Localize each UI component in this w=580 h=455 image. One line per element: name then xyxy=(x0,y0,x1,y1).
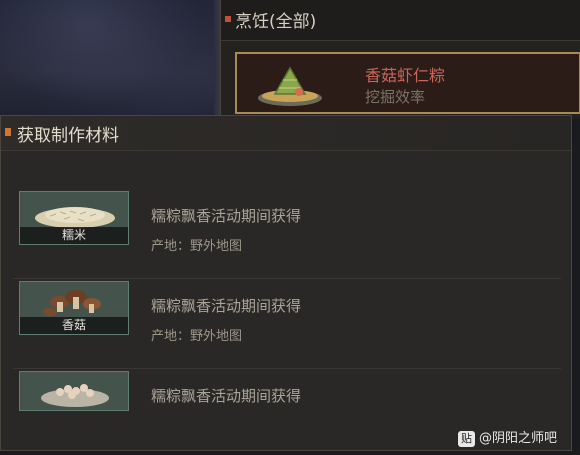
material-origin: 产地：野外地图 xyxy=(151,329,243,344)
cooking-panel-header: 烹饪(全部) xyxy=(221,0,580,41)
item-divider xyxy=(13,368,561,369)
material-name: 香菇 xyxy=(20,317,128,334)
material-item-mushroom[interactable]: 香菇 糯粽飘香活动期间获得 产地：野外地图 xyxy=(13,281,561,369)
dialog-title: 获取制作材料 xyxy=(17,126,119,146)
material-source: 糯粽飘香活动期间获得 xyxy=(151,387,302,405)
material-thumb[interactable] xyxy=(19,371,129,411)
material-source: 糯粽飘香活动期间获得 xyxy=(151,297,302,315)
title-marker-icon xyxy=(5,128,11,136)
zongzi-icon xyxy=(258,66,322,106)
cooking-panel: 烹饪(全部) 香菇虾仁粽 挖掘效率 xyxy=(220,0,580,118)
cooking-panel-title: 烹饪(全部) xyxy=(235,12,317,32)
dialog-header: 获取制作材料 xyxy=(1,116,571,151)
watermark-text: @阴阳之师吧 xyxy=(479,431,558,446)
background-scene xyxy=(0,0,220,120)
recipe-name: 香菇虾仁粽 xyxy=(365,66,446,85)
recipe-card[interactable]: 香菇虾仁粽 挖掘效率 xyxy=(235,52,580,114)
material-thumb[interactable]: 糯米 xyxy=(19,191,129,245)
watermark-badge: 贴 xyxy=(458,431,475,447)
material-item-shrimp[interactable]: 糯粽飘香活动期间获得 xyxy=(13,371,561,411)
material-item-rice[interactable]: 糯米 糯粽飘香活动期间获得 产地：野外地图 xyxy=(13,191,561,279)
materials-dialog: 获取制作材料 糯米 糯粽飘香活动期间获得 产地：野外地图 香菇 糯粽飘香活动期间… xyxy=(0,115,572,451)
background-strip xyxy=(572,120,580,455)
item-divider xyxy=(13,278,561,279)
bottom-band xyxy=(0,451,580,455)
material-source: 糯粽飘香活动期间获得 xyxy=(151,207,302,225)
material-thumb[interactable]: 香菇 xyxy=(19,281,129,335)
recipe-effect: 挖掘效率 xyxy=(365,88,426,106)
watermark: 贴 @阴阳之师吧 xyxy=(458,428,578,450)
header-marker-icon xyxy=(225,16,231,22)
material-origin: 产地：野外地图 xyxy=(151,239,243,254)
material-name: 糯米 xyxy=(20,227,128,244)
shrimp-icon xyxy=(20,372,128,410)
